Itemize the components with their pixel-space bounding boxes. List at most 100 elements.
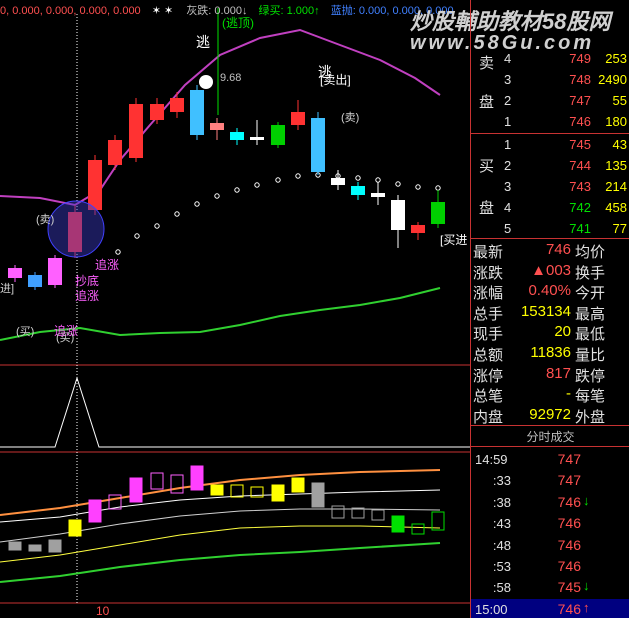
tick-time: :33 <box>492 473 511 489</box>
quote-row: 总笔 - 每笔 <box>471 384 629 405</box>
level-num: 4 <box>504 200 512 215</box>
tick-price: 746 <box>557 493 581 510</box>
quote-value: ▲003 <box>531 261 571 279</box>
indicator-box <box>28 544 42 552</box>
level-volume: 180 <box>605 114 627 129</box>
sell-level-3[interactable]: 3 748 2490 <box>471 69 629 90</box>
buy-level-4[interactable]: 4 742 458 <box>471 197 629 218</box>
level-price: 746 <box>569 114 591 129</box>
level-num: 1 <box>504 137 512 152</box>
level-volume: 2490 <box>598 72 627 87</box>
tick-time: :53 <box>492 559 511 574</box>
kline-chart-area[interactable]: 0, 0.000, 0.000, 0.000, 0.000 ✶ ✶ 灰跌: 0.… <box>0 0 470 618</box>
tick-price: 746 <box>557 558 581 574</box>
sell-out-label: [卖出] <box>320 73 351 87</box>
stop-dot <box>275 177 281 183</box>
quote-value: - <box>566 385 571 403</box>
bottom-green-band <box>0 542 441 583</box>
candle-body <box>129 104 143 158</box>
tick-time: :43 <box>492 516 511 532</box>
tick-row: :53 746 <box>471 556 629 577</box>
divider <box>471 238 629 239</box>
indicator-box <box>210 484 224 496</box>
tick-direction-icon: ↓ <box>583 578 590 594</box>
stop-dot <box>154 223 160 229</box>
tick-direction-icon: ↓ <box>583 492 590 508</box>
quote-key-2: 每笔 <box>575 388 606 406</box>
candle-body <box>371 193 385 197</box>
quote-panel: 卖 盘 4 749 253 3 748 2490 2 747 55 1 746 … <box>470 0 629 618</box>
quote-row: 总额 11836 量比 <box>471 343 629 364</box>
stop-dot <box>194 201 200 207</box>
tick-price: 745 <box>557 579 581 596</box>
tick-row: 15:00 746 ↑ <box>471 598 629 618</box>
candle-body <box>250 137 264 140</box>
sell-level-2[interactable]: 2 747 55 <box>471 90 629 111</box>
chase-label-b: 追涨 <box>95 258 120 272</box>
candle-body <box>28 275 42 287</box>
candle-body <box>291 112 305 125</box>
candle-body <box>391 200 405 230</box>
indicator-box <box>311 482 325 508</box>
indicator-box <box>291 477 305 493</box>
tick-row: 14:59 747 <box>471 449 629 470</box>
buy-signal-2: (买) <box>56 332 75 344</box>
quote-key-2: 最高 <box>575 305 606 323</box>
quote-row: 涨停 817 跌停 <box>471 364 629 385</box>
level-price: 747 <box>569 93 591 108</box>
indicator-box <box>271 484 285 502</box>
star-marks: ✶ ✶ <box>151 5 174 17</box>
tick-price: 746 <box>557 600 581 617</box>
bottom-mid-band-2 <box>0 508 441 543</box>
indicator-box <box>88 499 102 523</box>
candle-body <box>311 118 325 172</box>
quote-row: 总手 153134 最高 <box>471 302 629 323</box>
buy-level-1[interactable]: 1 745 43 <box>471 134 629 155</box>
buy-level-2[interactable]: 2 744 135 <box>471 155 629 176</box>
indicator-box <box>391 515 405 533</box>
buy-level-5[interactable]: 5 741 77 <box>471 218 629 239</box>
x-axis-tick: 10 <box>96 604 110 618</box>
sell-level-1[interactable]: 1 746 180 <box>471 111 629 132</box>
quote-key: 涨跌 <box>473 264 504 282</box>
level-num: 2 <box>504 93 512 108</box>
level-volume: 43 <box>612 137 627 152</box>
sell-level-4[interactable]: 4 749 253 <box>471 48 629 69</box>
spike-indicator-line <box>0 376 470 448</box>
level-volume: 55 <box>612 93 627 108</box>
quote-value: 746 <box>545 241 571 258</box>
indicator-values: 0, 0.000, 0.000, 0.000, 0.000 <box>0 5 141 17</box>
candle-body <box>431 202 445 224</box>
smiley-icon <box>199 75 213 89</box>
signal-circle-highlight <box>47 200 105 258</box>
stop-dot <box>174 211 180 217</box>
green-buy-value: 绿买: 1.000 <box>258 5 315 17</box>
level-num: 4 <box>504 51 512 66</box>
tick-row: :33 747 <box>471 470 629 491</box>
stop-dot <box>214 193 220 199</box>
level-price: 743 <box>569 179 591 194</box>
candle-body <box>170 98 184 112</box>
quote-row: 最新 746 均价 <box>471 240 629 261</box>
buy-level-3[interactable]: 3 743 214 <box>471 176 629 197</box>
indicator-box <box>48 539 62 553</box>
level-price: 741 <box>569 221 591 236</box>
candle-body <box>88 160 102 210</box>
quote-key-2: 跌停 <box>575 367 606 385</box>
quote-key: 涨停 <box>473 367 504 385</box>
stop-dot <box>375 177 381 183</box>
tick-list-title[interactable]: 分时成交 <box>471 428 629 445</box>
indicator-box <box>8 541 22 551</box>
escape-label-1: 逃 <box>196 34 210 50</box>
stop-dot <box>134 233 140 239</box>
quote-row: 涨跌 ▲003 换手 <box>471 261 629 282</box>
indicator-box <box>68 519 82 537</box>
stop-dot <box>435 185 441 191</box>
stop-dot <box>295 173 301 179</box>
tick-price: 746 <box>557 536 581 553</box>
escape-top-label: (逃顶) <box>222 16 254 30</box>
candle-body <box>271 125 285 145</box>
kline-chart[interactable] <box>0 0 470 618</box>
buy-signal-1: (买) <box>16 326 35 338</box>
tick-row: :43 746 <box>471 513 629 534</box>
